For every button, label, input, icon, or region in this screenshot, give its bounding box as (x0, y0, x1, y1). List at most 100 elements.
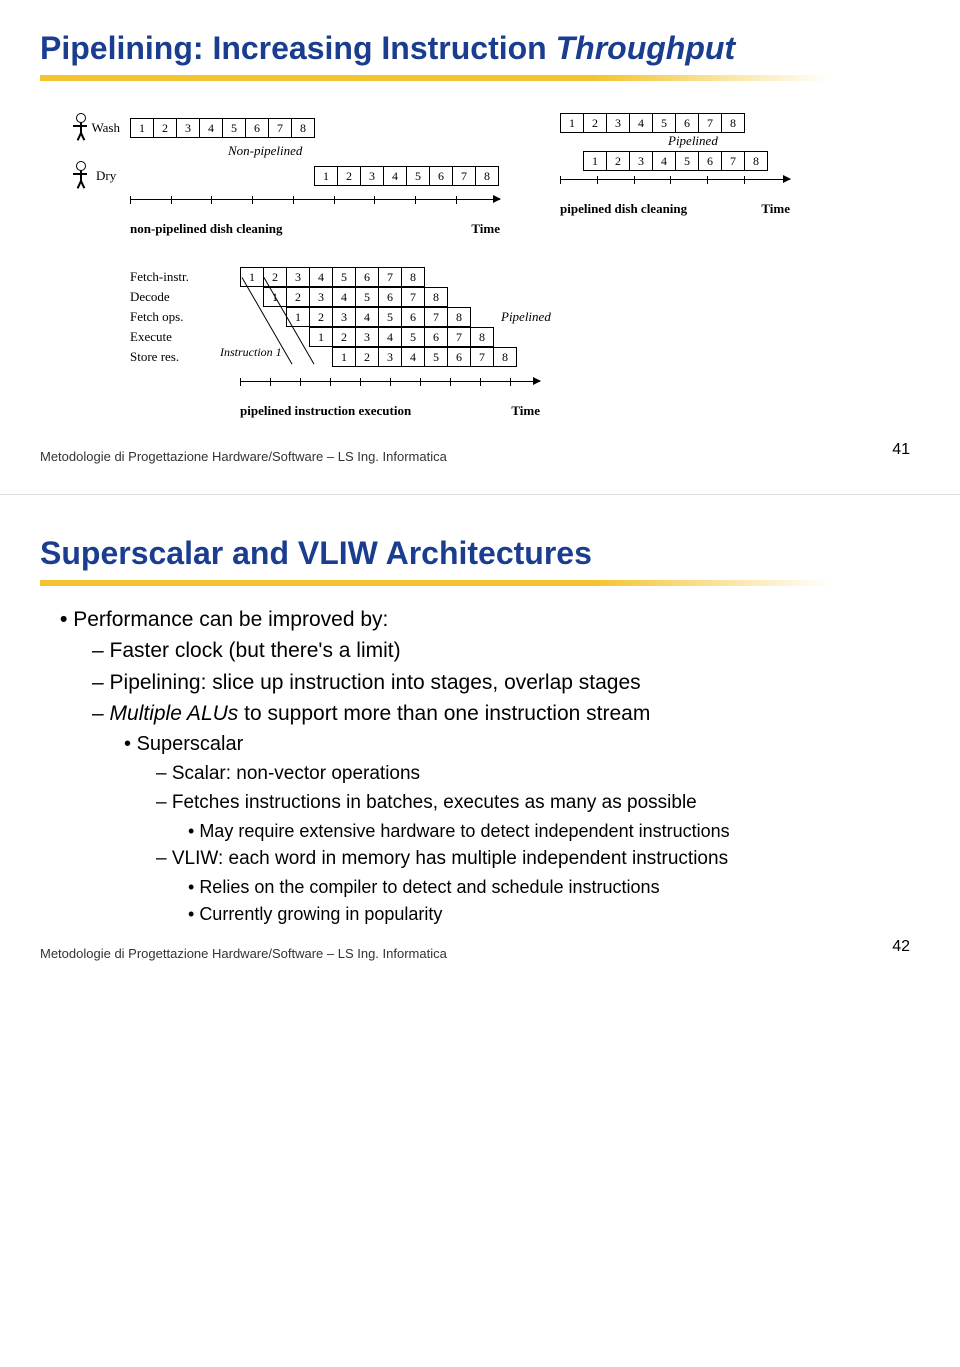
cell: 3 (629, 151, 653, 171)
cell: 3 (606, 113, 630, 133)
content-list: Performance can be improved by: Faster c… (40, 606, 920, 926)
cell: 7 (470, 347, 494, 367)
cell: 1 (314, 166, 338, 186)
instruction1-label: Instruction 1 (220, 345, 282, 360)
cell: 6 (447, 347, 471, 367)
cell: 5 (222, 118, 246, 138)
cell: 5 (378, 307, 402, 327)
cell: 8 (721, 113, 745, 133)
slide-title: Pipelining: Increasing Instruction Throu… (40, 30, 920, 67)
text: to support more than one instruction str… (238, 702, 650, 725)
cell: 5 (355, 287, 379, 307)
cell: 2 (355, 347, 379, 367)
cell: 5 (332, 267, 356, 287)
nonpipelined-group: Wash 1 2 3 4 5 6 7 8 Non-pipelin (70, 111, 500, 237)
pipelined-caption-right: Pipelined (501, 309, 551, 325)
list-item: Pipelining: slice up instruction into st… (60, 669, 920, 697)
cell: 7 (378, 267, 402, 287)
cell: 8 (493, 347, 517, 367)
cell: 3 (286, 267, 310, 287)
axis-label-pipe: pipelined dish cleaning (560, 201, 687, 217)
time-label: Time (761, 201, 790, 217)
cell: 6 (245, 118, 269, 138)
dry-boxes-nonpipe: 1 2 3 4 5 6 7 8 (314, 166, 499, 186)
list-item: Currently growing in popularity (60, 902, 920, 926)
slide-footer: Metodologie di Progettazione Hardware/So… (40, 946, 920, 961)
title-underline (40, 75, 832, 81)
list-item: Performance can be improved by: (60, 606, 920, 634)
cell: 2 (583, 113, 607, 133)
cell: 2 (606, 151, 630, 171)
cell: 6 (429, 166, 453, 186)
time-axis-pipe (560, 179, 790, 199)
wash-boxes-pipe: 1 2 3 4 5 6 7 8 (560, 113, 745, 133)
cell: 6 (355, 267, 379, 287)
list-item: May require extensive hardware to detect… (60, 819, 920, 843)
dish-cleaning-diagram: Wash 1 2 3 4 5 6 7 8 Non-pipelin (40, 101, 920, 429)
time-axis-instr (240, 381, 540, 401)
slide-1: Pipelining: Increasing Instruction Throu… (0, 0, 960, 484)
time-axis-nonpipe (130, 199, 500, 219)
dry-boxes-pipe: 1 2 3 4 5 6 7 8 (583, 151, 768, 171)
slide-title: Superscalar and VLIW Architectures (40, 535, 920, 572)
wash-boxes-nonpipe: 1 2 3 4 5 6 7 8 (130, 118, 315, 138)
list-item: Relies on the compiler to detect and sch… (60, 875, 920, 899)
cell: 2 (332, 327, 356, 347)
nonpipelined-caption: Non-pipelined (228, 143, 302, 159)
wash-label: Wash (91, 120, 120, 136)
cell: 4 (378, 327, 402, 347)
dry-label: Dry (96, 168, 116, 184)
cell: 4 (383, 166, 407, 186)
cell: 7 (447, 327, 471, 347)
cell: 8 (447, 307, 471, 327)
page-number: 41 (892, 441, 910, 459)
cell: 1 (332, 347, 356, 367)
cell: 5 (424, 347, 448, 367)
cell: 4 (629, 113, 653, 133)
cell: 8 (744, 151, 768, 171)
axis-label-nonpipe: non-pipelined dish cleaning (130, 221, 282, 237)
pipelined-caption: Pipelined (668, 133, 718, 149)
cell: 4 (309, 267, 333, 287)
cell: 2 (337, 166, 361, 186)
cell: 3 (332, 307, 356, 327)
list-item: Scalar: non-vector operations (60, 761, 920, 787)
cell: 6 (378, 287, 402, 307)
cell: 5 (652, 113, 676, 133)
list-item: Superscalar (60, 731, 920, 758)
axis-label-instr: pipelined instruction execution (240, 403, 411, 419)
cell: 3 (176, 118, 200, 138)
cell: 3 (360, 166, 384, 186)
slide-footer: Metodologie di Progettazione Hardware/So… (40, 449, 920, 464)
cell: 6 (401, 307, 425, 327)
cell: 1 (240, 267, 264, 287)
cell: 2 (286, 287, 310, 307)
cell: 4 (332, 287, 356, 307)
cell: 1 (560, 113, 584, 133)
slide-2: Superscalar and VLIW Architectures Perfo… (0, 505, 960, 981)
slide-separator (0, 494, 960, 495)
cell: 3 (309, 287, 333, 307)
title-underline (40, 580, 832, 586)
cell: 8 (470, 327, 494, 347)
cell: 8 (401, 267, 425, 287)
list-item: Faster clock (but there's a limit) (60, 637, 920, 665)
cell: 3 (378, 347, 402, 367)
pipelined-group: 1 2 3 4 5 6 7 8 Pipelined (560, 111, 790, 237)
cell: 1 (583, 151, 607, 171)
stage-label: Fetch ops. (130, 309, 240, 325)
cell: 5 (675, 151, 699, 171)
cell: 7 (452, 166, 476, 186)
cell: 6 (675, 113, 699, 133)
cell: 6 (424, 327, 448, 347)
cell: 7 (401, 287, 425, 307)
cell: 8 (475, 166, 499, 186)
cell: 1 (130, 118, 154, 138)
cell: 5 (401, 327, 425, 347)
cell: 4 (355, 307, 379, 327)
list-item: VLIW: each word in memory has multiple i… (60, 846, 920, 872)
page-number: 42 (892, 938, 910, 956)
cell: 8 (291, 118, 315, 138)
cell: 8 (424, 287, 448, 307)
list-item: Multiple ALUs to support more than one i… (60, 700, 920, 728)
